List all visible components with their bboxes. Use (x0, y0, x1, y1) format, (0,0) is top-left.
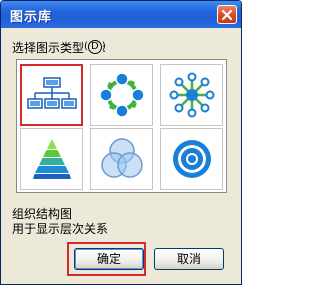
target-diagram-icon (172, 140, 211, 178)
description-title: 组织结构图 (12, 207, 73, 221)
organization-chart-icon (26, 77, 77, 109)
diagram-type-gallery (16, 59, 227, 193)
diagram-option-venn[interactable] (90, 128, 153, 190)
venn-diagram-icon (100, 138, 143, 178)
diagram-option-target[interactable] (160, 128, 223, 190)
cycle-diagram-icon (98, 72, 145, 118)
diagram-option-radial[interactable] (160, 64, 223, 126)
diagram-description: 组织结构图 用于显示层次关系 (12, 207, 108, 237)
diagram-option-cycle[interactable] (90, 64, 153, 126)
prompt-hotkey: (D) (84, 40, 106, 54)
title-bar[interactable]: 图示库 (1, 1, 241, 28)
diagram-option-pyramid[interactable] (20, 128, 83, 190)
ok-button[interactable]: 确定 (74, 248, 144, 270)
description-text: 用于显示层次关系 (12, 222, 109, 236)
close-button[interactable] (217, 5, 237, 24)
cancel-button[interactable]: 取消 (154, 248, 224, 270)
diagram-gallery-dialog: 图示库 选择图示类型: (D) 组织结构图 用于显示层次关系 确定 取消 (0, 0, 242, 285)
dialog-title: 图示库 (10, 10, 53, 25)
radial-diagram-icon (169, 72, 214, 118)
close-icon (221, 9, 233, 21)
diagram-option-organization-chart[interactable] (20, 64, 83, 126)
pyramid-diagram-icon (32, 139, 71, 179)
